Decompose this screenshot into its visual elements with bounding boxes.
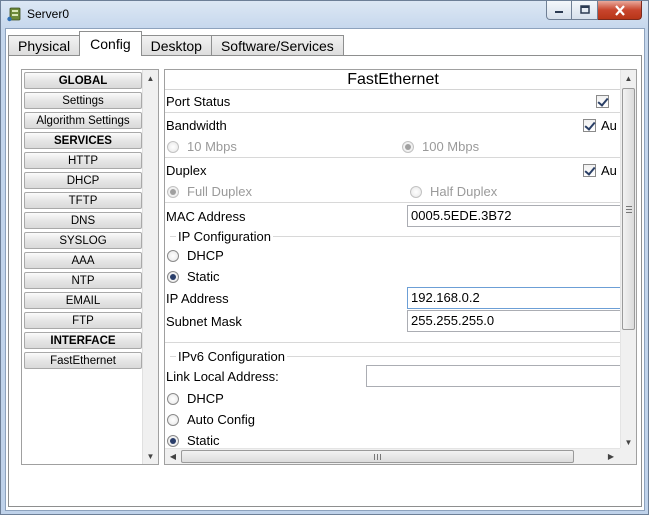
- panel-horizontal-scrollbar[interactable]: ◀ ▶: [165, 448, 621, 464]
- tab-physical[interactable]: Physical: [8, 35, 81, 56]
- tab-desktop[interactable]: Desktop: [140, 35, 212, 56]
- maximize-icon: [579, 5, 590, 14]
- ipv6-static-label: Static: [187, 433, 220, 448]
- half-duplex-radio[interactable]: [410, 186, 422, 198]
- fastethernet-config-panel: FastEthernet Port Status Bandwidth Au 10…: [164, 69, 637, 465]
- ipv6-configuration-group-label: IPv6 Configuration: [176, 349, 287, 364]
- mac-address-field[interactable]: 0005.5EDE.3B72: [407, 205, 621, 227]
- mac-address-label: MAC Address: [166, 209, 246, 224]
- nav-item-dns[interactable]: DNS: [24, 212, 142, 229]
- scrollbar-corner: [620, 448, 636, 464]
- nav-item-email[interactable]: EMAIL: [24, 292, 142, 309]
- full-duplex-label: Full Duplex: [187, 184, 253, 199]
- title-bar[interactable]: Server0: [1, 1, 648, 29]
- server-app-icon: [7, 7, 21, 22]
- duplex-auto-label: Au: [601, 163, 617, 178]
- scroll-up-icon[interactable]: ▲: [143, 70, 158, 86]
- bandwidth-auto-label: Au: [601, 118, 617, 133]
- nav-item-http[interactable]: HTTP: [24, 152, 142, 169]
- bandwidth-auto-checkbox[interactable]: [583, 119, 596, 132]
- minimize-button[interactable]: [546, 1, 572, 20]
- tab-bar: Physical Config Desktop Software/Service…: [8, 31, 344, 56]
- duplex-label: Duplex: [166, 163, 207, 178]
- panel-title: FastEthernet: [165, 70, 621, 90]
- nav-item-aaa[interactable]: AAA: [24, 252, 142, 269]
- nav-item-syslog[interactable]: SYSLOG: [24, 232, 142, 249]
- port-status-label: Port Status: [166, 94, 231, 109]
- nav-item-dhcp[interactable]: DHCP: [24, 172, 142, 189]
- bandwidth-10-radio[interactable]: [167, 141, 179, 153]
- ip-configuration-group-label: IP Configuration: [176, 229, 273, 244]
- nav-item-ftp[interactable]: FTP: [24, 312, 142, 329]
- nav-item-algorithm-settings[interactable]: Algorithm Settings: [24, 112, 142, 129]
- ip-dhcp-radio[interactable]: [167, 250, 179, 262]
- config-nav-list: GLOBAL Settings Algorithm Settings SERVI…: [21, 69, 159, 465]
- ip-static-label: Static: [187, 269, 220, 284]
- full-duplex-radio[interactable]: [167, 186, 179, 198]
- ipv6-dhcp-radio[interactable]: [167, 393, 179, 405]
- ipv6-auto-config-radio[interactable]: [167, 414, 179, 426]
- ipv6-dhcp-label: DHCP: [187, 391, 224, 406]
- nav-scrollbar[interactable]: ▲ ▼: [142, 70, 158, 464]
- nav-item-ntp[interactable]: NTP: [24, 272, 142, 289]
- separator: [165, 157, 621, 158]
- nav-item-tftp[interactable]: TFTP: [24, 192, 142, 209]
- maximize-button[interactable]: [572, 1, 598, 20]
- nav-header-global: GLOBAL: [24, 72, 142, 89]
- nav-header-services: SERVICES: [24, 132, 142, 149]
- ip-dhcp-label: DHCP: [187, 248, 224, 263]
- scroll-left-icon[interactable]: ◀: [165, 449, 181, 464]
- bandwidth-100-radio[interactable]: [402, 141, 414, 153]
- scroll-right-icon[interactable]: ▶: [603, 449, 619, 464]
- nav-item-fastethernet[interactable]: FastEthernet: [24, 352, 142, 369]
- duplex-auto-checkbox[interactable]: [583, 164, 596, 177]
- config-tab-page: GLOBAL Settings Algorithm Settings SERVI…: [8, 55, 642, 507]
- application-window: Server0 Physical Config Desktop Software…: [0, 0, 649, 515]
- close-icon: [614, 4, 625, 16]
- window-title: Server0: [27, 7, 70, 21]
- ip-address-field[interactable]: 192.168.0.2: [407, 287, 621, 309]
- separator: [165, 202, 621, 203]
- nav-item-settings[interactable]: Settings: [24, 92, 142, 109]
- tab-config[interactable]: Config: [79, 31, 142, 56]
- separator: [165, 112, 621, 113]
- ip-address-label: IP Address: [166, 291, 229, 306]
- link-local-address-label: Link Local Address:: [166, 369, 279, 384]
- subnet-mask-field[interactable]: 255.255.255.0: [407, 310, 621, 332]
- close-button[interactable]: [598, 1, 642, 20]
- scroll-up-icon[interactable]: ▲: [621, 70, 636, 86]
- minimize-icon: [555, 11, 563, 13]
- subnet-mask-label: Subnet Mask: [166, 314, 242, 329]
- link-local-address-field[interactable]: [366, 365, 621, 387]
- tab-software-services[interactable]: Software/Services: [210, 35, 344, 56]
- separator: [165, 342, 621, 343]
- port-status-checkbox[interactable]: [596, 95, 609, 108]
- bandwidth-100-label: 100 Mbps: [422, 139, 480, 154]
- ipv6-static-radio[interactable]: [167, 435, 179, 447]
- scroll-down-icon[interactable]: ▼: [143, 448, 158, 464]
- bandwidth-10-label: 10 Mbps: [187, 139, 237, 154]
- vertical-scroll-thumb[interactable]: [622, 88, 635, 330]
- half-duplex-label: Half Duplex: [430, 184, 498, 199]
- panel-vertical-scrollbar[interactable]: ▲ ▼: [620, 70, 636, 450]
- bandwidth-label: Bandwidth: [166, 118, 227, 133]
- nav-header-interface: INTERFACE: [24, 332, 142, 349]
- ip-static-radio[interactable]: [167, 271, 179, 283]
- ipv6-auto-config-label: Auto Config: [187, 412, 255, 427]
- client-area: Physical Config Desktop Software/Service…: [5, 28, 645, 511]
- horizontal-scroll-thumb[interactable]: [181, 450, 574, 463]
